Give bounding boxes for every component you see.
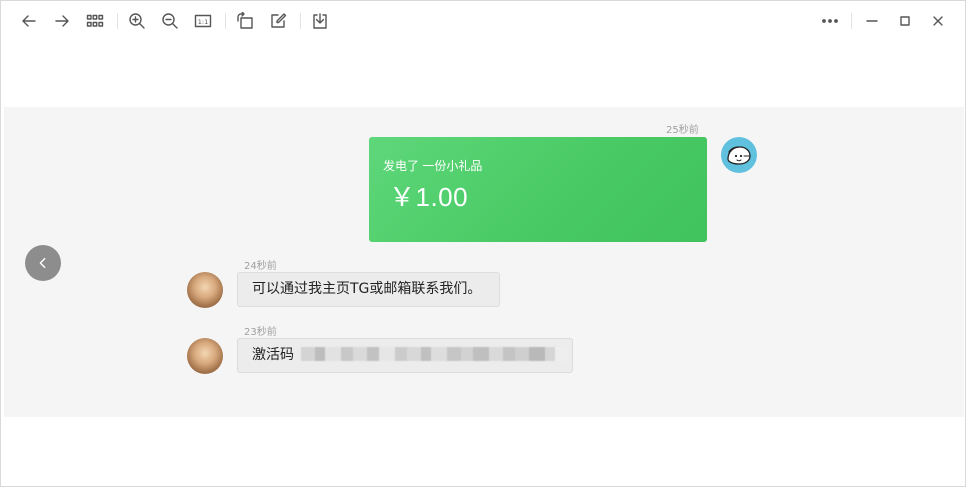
message-timestamp: 25秒前 xyxy=(666,125,699,136)
previous-image-button[interactable] xyxy=(25,245,61,281)
actual-size-label: 1:1 xyxy=(198,18,208,26)
forward-arrow-icon[interactable] xyxy=(51,10,73,32)
edit-icon[interactable] xyxy=(267,10,289,32)
toolbar: 1:1 xyxy=(1,1,966,41)
contact-avatar[interactable] xyxy=(187,338,223,374)
toolbar-divider xyxy=(117,13,118,29)
toolbar-divider xyxy=(851,13,852,29)
zoom-out-icon[interactable] xyxy=(159,10,181,32)
gift-amount: ￥1.00 xyxy=(389,182,469,212)
minimize-icon[interactable] xyxy=(861,10,883,32)
download-icon[interactable] xyxy=(309,10,331,32)
maximize-icon[interactable] xyxy=(894,10,916,32)
chevron-left-icon xyxy=(39,257,46,269)
redacted-text xyxy=(301,347,569,361)
zoom-in-icon[interactable] xyxy=(126,10,148,32)
my-avatar[interactable] xyxy=(721,137,757,173)
message-bubble: 可以通过我主页TG或邮箱联系我们。 xyxy=(237,272,500,307)
cartoon-face-icon xyxy=(727,146,751,165)
more-icon[interactable] xyxy=(819,10,841,32)
toolbar-divider xyxy=(225,13,226,29)
message-text: 激活码 xyxy=(252,347,294,363)
grid-icon[interactable] xyxy=(84,10,106,32)
toolbar-divider xyxy=(300,13,301,29)
actual-size-icon[interactable]: 1:1 xyxy=(192,10,214,32)
gift-title: 发电了 一份小礼品 xyxy=(383,159,483,173)
gift-card[interactable]: 发电了 一份小礼品 ￥1.00 xyxy=(369,137,707,242)
back-arrow-icon[interactable] xyxy=(18,10,40,32)
message-timestamp: 23秒前 xyxy=(244,327,277,338)
rotate-icon[interactable] xyxy=(234,10,256,32)
close-icon[interactable] xyxy=(927,10,949,32)
contact-avatar[interactable] xyxy=(187,272,223,308)
message-timestamp: 24秒前 xyxy=(244,261,277,272)
image-viewer-window: 1:1 25秒前 发电了 一份小礼品 ￥1.00 24秒前 可以通过我主页TG或… xyxy=(0,0,966,487)
